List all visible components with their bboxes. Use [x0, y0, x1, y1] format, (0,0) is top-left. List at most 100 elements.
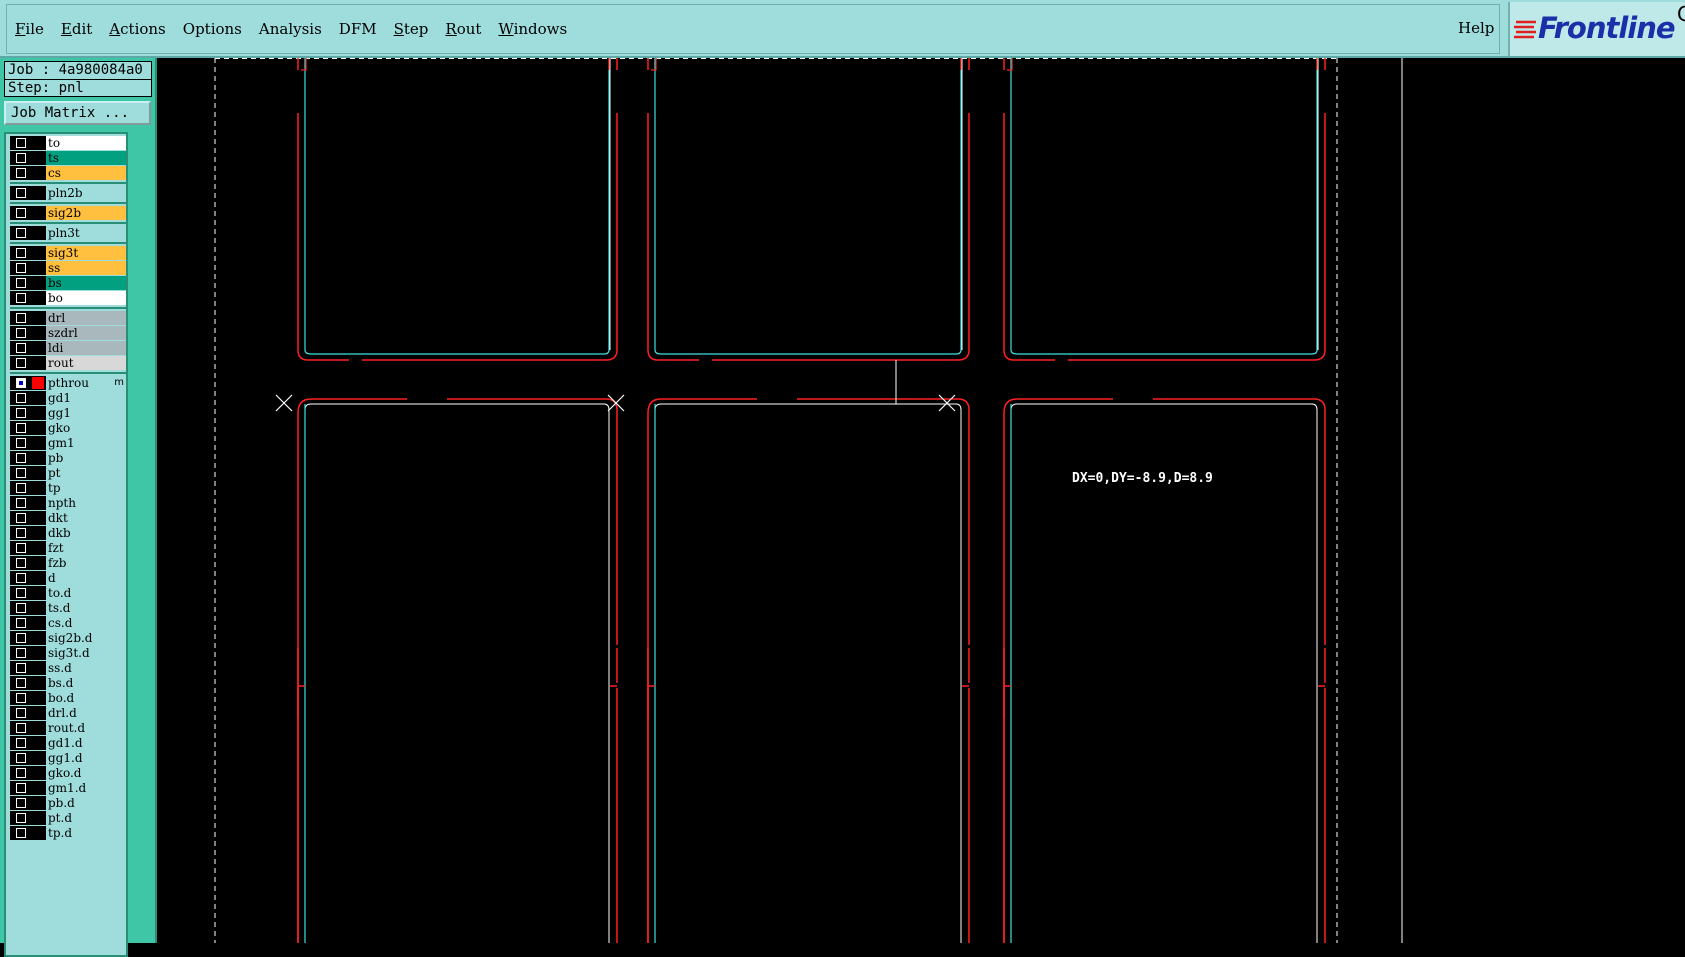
- layer-checkbox[interactable]: [16, 738, 26, 748]
- layer-row[interactable]: pt: [10, 466, 126, 480]
- layer-checkbox[interactable]: [16, 328, 26, 338]
- layer-name[interactable]: rout.d: [46, 721, 126, 735]
- layer-row[interactable]: drl.d: [10, 706, 126, 720]
- layer-row[interactable]: ts.d: [10, 601, 126, 615]
- layer-checkbox[interactable]: [16, 828, 26, 838]
- layer-checkbox[interactable]: [16, 393, 26, 403]
- layer-checkbox[interactable]: [16, 798, 26, 808]
- layer-name[interactable]: cs.d: [46, 616, 126, 630]
- layer-checkbox[interactable]: [16, 293, 26, 303]
- layer-name[interactable]: pb.d: [46, 796, 126, 810]
- layer-name[interactable]: ts.d: [46, 601, 126, 615]
- layer-row[interactable]: gd1: [10, 391, 126, 405]
- layer-name[interactable]: drl.d: [46, 706, 126, 720]
- layer-checkbox[interactable]: [16, 753, 26, 763]
- layer-row[interactable]: gg1.d: [10, 751, 126, 765]
- menu-help[interactable]: Help: [1458, 19, 1494, 37]
- layer-name[interactable]: gg1: [46, 406, 126, 420]
- layer-checkbox[interactable]: [16, 648, 26, 658]
- layer-checkbox[interactable]: [16, 783, 26, 793]
- layer-name[interactable]: dkb: [46, 526, 126, 540]
- layer-checkbox[interactable]: [16, 483, 26, 493]
- layer-row[interactable]: gm1.d: [10, 781, 126, 795]
- layer-name[interactable]: bs: [46, 276, 126, 290]
- layer-row[interactable]: npth: [10, 496, 126, 510]
- layer-row[interactable]: ss.d: [10, 661, 126, 675]
- layer-name[interactable]: gd1: [46, 391, 126, 405]
- menu-options[interactable]: Options: [183, 20, 242, 38]
- pcb-drawing[interactable]: [157, 58, 1685, 943]
- layer-checkbox[interactable]: [16, 453, 26, 463]
- layer-name[interactable]: ldi: [46, 341, 126, 355]
- layer-row[interactable]: pb.d: [10, 796, 126, 810]
- layer-checkbox[interactable]: [16, 153, 26, 163]
- layer-row[interactable]: gg1: [10, 406, 126, 420]
- layer-checkbox[interactable]: [16, 278, 26, 288]
- layer-checkbox[interactable]: [16, 573, 26, 583]
- layer-row[interactable]: to.d: [10, 586, 126, 600]
- layer-checkbox[interactable]: [16, 263, 26, 273]
- layer-checkbox[interactable]: [16, 513, 26, 523]
- layer-checkbox[interactable]: [16, 343, 26, 353]
- menu-rout[interactable]: Rout: [445, 20, 481, 38]
- layer-name[interactable]: gg1.d: [46, 751, 126, 765]
- layer-name[interactable]: ss: [46, 261, 126, 275]
- layer-checkbox[interactable]: [16, 228, 26, 238]
- layer-row[interactable]: to: [10, 136, 126, 150]
- layer-row[interactable]: cs: [10, 166, 126, 180]
- layer-row[interactable]: sig3t: [10, 246, 126, 260]
- layer-checkbox[interactable]: [16, 603, 26, 613]
- layer-checkbox[interactable]: [16, 663, 26, 673]
- layer-name[interactable]: sig3t.d: [46, 646, 126, 660]
- layer-row[interactable]: szdrl: [10, 326, 126, 340]
- layer-row[interactable]: pthrou m: [10, 376, 126, 390]
- layer-checkbox[interactable]: [16, 678, 26, 688]
- layer-checkbox[interactable]: [16, 248, 26, 258]
- layer-name[interactable]: pln3t: [46, 226, 126, 240]
- layer-checkbox[interactable]: [16, 708, 26, 718]
- layer-name[interactable]: fzb: [46, 556, 126, 570]
- layer-name[interactable]: tp: [46, 481, 126, 495]
- layer-row[interactable]: fzb: [10, 556, 126, 570]
- layer-row[interactable]: pt.d: [10, 811, 126, 825]
- layer-checkbox[interactable]: [16, 693, 26, 703]
- layer-name[interactable]: sig2b.d: [46, 631, 126, 645]
- layer-name[interactable]: d: [46, 571, 126, 585]
- layer-name[interactable]: gko.d: [46, 766, 126, 780]
- layer-row[interactable]: drl: [10, 311, 126, 325]
- layer-row[interactable]: gko: [10, 421, 126, 435]
- menu-analysis[interactable]: Analysis: [259, 20, 322, 38]
- layer-row[interactable]: rout: [10, 356, 126, 370]
- layer-name[interactable]: ss.d: [46, 661, 126, 675]
- layer-row[interactable]: sig2b.d: [10, 631, 126, 645]
- layer-name[interactable]: bo: [46, 291, 126, 305]
- layer-row[interactable]: ldi: [10, 341, 126, 355]
- layer-row[interactable]: ts: [10, 151, 126, 165]
- layer-name[interactable]: pt: [46, 466, 126, 480]
- layer-row[interactable]: rout.d: [10, 721, 126, 735]
- layer-name[interactable]: pt.d: [46, 811, 126, 825]
- layer-row[interactable]: bo.d: [10, 691, 126, 705]
- layer-checkbox[interactable]: [16, 208, 26, 218]
- layer-row[interactable]: gm1: [10, 436, 126, 450]
- layer-row[interactable]: dkt: [10, 511, 126, 525]
- layer-name[interactable]: sig2b: [46, 206, 126, 220]
- layer-checkbox[interactable]: [16, 528, 26, 538]
- layer-name[interactable]: cs: [46, 166, 126, 180]
- layer-row[interactable]: tp: [10, 481, 126, 495]
- layer-name[interactable]: gm1.d: [46, 781, 126, 795]
- layer-row[interactable]: bs: [10, 276, 126, 290]
- layer-checkbox[interactable]: [16, 558, 26, 568]
- layer-row[interactable]: cs.d: [10, 616, 126, 630]
- menu-dfm[interactable]: DFM: [339, 20, 377, 38]
- layer-checkbox[interactable]: [16, 313, 26, 323]
- layer-row[interactable]: bs.d: [10, 676, 126, 690]
- layer-checkbox[interactable]: [16, 168, 26, 178]
- layer-row[interactable]: dkb: [10, 526, 126, 540]
- job-matrix-button[interactable]: Job Matrix ...: [4, 101, 151, 125]
- layer-checkbox[interactable]: [16, 813, 26, 823]
- layer-row[interactable]: sig2b: [10, 206, 126, 220]
- layer-name[interactable]: fzt: [46, 541, 126, 555]
- layer-checkbox[interactable]: [16, 188, 26, 198]
- layer-checkbox[interactable]: [16, 138, 26, 148]
